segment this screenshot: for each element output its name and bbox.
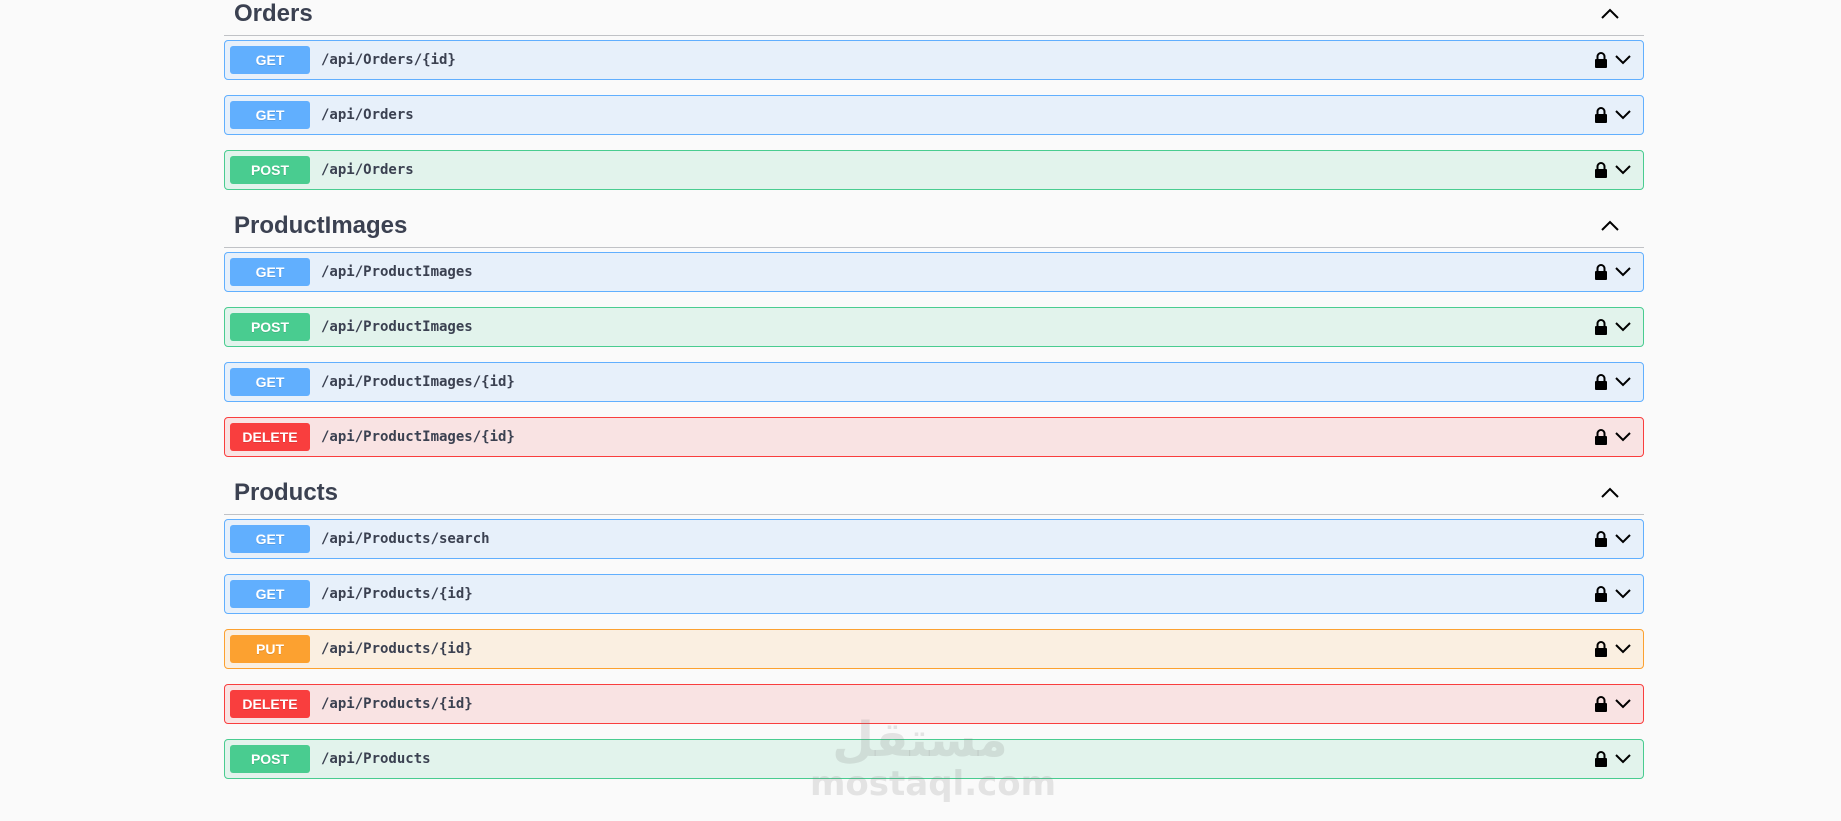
operation-path: /api/ProductImages/{id}: [321, 374, 515, 390]
swagger-page: Orders GET/api/Orders/{id} GET/api/Orders…: [0, 0, 1841, 821]
operation-icons: [1594, 695, 1632, 713]
chevron-down-icon[interactable]: [1614, 588, 1632, 600]
chevron-down-icon[interactable]: [1614, 321, 1632, 333]
chevron-down-icon[interactable]: [1614, 54, 1632, 66]
chevron-down-icon[interactable]: [1614, 643, 1632, 655]
method-badge: POST: [230, 745, 310, 773]
operation-path: /api/Orders/{id}: [321, 52, 456, 68]
method-badge: GET: [230, 46, 310, 74]
tag-title: Orders: [234, 0, 313, 27]
operation-row[interactable]: POST/api/Products: [224, 739, 1644, 779]
operation-icons: [1594, 318, 1632, 336]
tag-section-products: Products GET/api/Products/search GET/api/…: [224, 472, 1644, 779]
operation-path: /api/Products/{id}: [321, 641, 473, 657]
operation-icons: [1594, 585, 1632, 603]
method-badge: GET: [230, 258, 310, 286]
operation-row[interactable]: GET/api/Products/{id}: [224, 574, 1644, 614]
operation-path: /api/Products/search: [321, 531, 490, 547]
chevron-down-icon[interactable]: [1614, 266, 1632, 278]
operation-row[interactable]: GET/api/Products/search: [224, 519, 1644, 559]
operation-row[interactable]: GET/api/Orders/{id}: [224, 40, 1644, 80]
operation-row[interactable]: POST/api/Orders: [224, 150, 1644, 190]
operation-path: /api/Orders: [321, 107, 414, 123]
tag-section-orders: Orders GET/api/Orders/{id} GET/api/Orders…: [224, 0, 1644, 190]
chevron-down-icon[interactable]: [1614, 164, 1632, 176]
chevron-down-icon[interactable]: [1614, 431, 1632, 443]
operation-row[interactable]: PUT/api/Products/{id}: [224, 629, 1644, 669]
operation-row[interactable]: GET/api/ProductImages: [224, 252, 1644, 292]
lock-icon[interactable]: [1594, 318, 1608, 336]
chevron-down-icon[interactable]: [1614, 376, 1632, 388]
operation-row[interactable]: POST/api/ProductImages: [224, 307, 1644, 347]
lock-icon[interactable]: [1594, 428, 1608, 446]
chevron-down-icon[interactable]: [1614, 753, 1632, 765]
lock-icon[interactable]: [1594, 51, 1608, 69]
operation-path: /api/Products/{id}: [321, 696, 473, 712]
chevron-up-icon[interactable]: [1598, 2, 1622, 26]
lock-icon[interactable]: [1594, 161, 1608, 179]
operation-icons: [1594, 263, 1632, 281]
lock-icon[interactable]: [1594, 695, 1608, 713]
operation-icons: [1594, 106, 1632, 124]
lock-icon[interactable]: [1594, 750, 1608, 768]
operation-icons: [1594, 750, 1632, 768]
lock-icon[interactable]: [1594, 106, 1608, 124]
operation-path: /api/ProductImages: [321, 264, 473, 280]
operation-path: /api/ProductImages: [321, 319, 473, 335]
operation-path: /api/Products/{id}: [321, 586, 473, 602]
operation-path: /api/Orders: [321, 162, 414, 178]
lock-icon[interactable]: [1594, 640, 1608, 658]
tag-title: Products: [234, 479, 339, 506]
lock-icon[interactable]: [1594, 373, 1608, 391]
lock-icon[interactable]: [1594, 585, 1608, 603]
method-badge: POST: [230, 313, 310, 341]
lock-icon[interactable]: [1594, 530, 1608, 548]
operation-icons: [1594, 161, 1632, 179]
method-badge: POST: [230, 156, 310, 184]
method-badge: GET: [230, 101, 310, 129]
tag-header[interactable]: ProductImages: [224, 205, 1644, 248]
operation-row[interactable]: DELETE/api/ProductImages/{id}: [224, 417, 1644, 457]
method-badge: GET: [230, 580, 310, 608]
operations-container: Orders GET/api/Orders/{id} GET/api/Orders…: [224, 0, 1644, 794]
operation-row[interactable]: DELETE/api/Products/{id}: [224, 684, 1644, 724]
method-badge: DELETE: [230, 690, 310, 718]
tag-title: ProductImages: [234, 212, 408, 239]
operation-row[interactable]: GET/api/Orders: [224, 95, 1644, 135]
operation-icons: [1594, 428, 1632, 446]
tag-header[interactable]: Products: [224, 472, 1644, 515]
operation-icons: [1594, 373, 1632, 391]
method-badge: PUT: [230, 635, 310, 663]
chevron-up-icon[interactable]: [1598, 214, 1622, 238]
chevron-down-icon[interactable]: [1614, 109, 1632, 121]
chevron-down-icon[interactable]: [1614, 533, 1632, 545]
tag-section-productimages: ProductImages GET/api/ProductImages POST /…: [224, 205, 1644, 457]
method-badge: GET: [230, 368, 310, 396]
tag-header[interactable]: Orders: [224, 0, 1644, 36]
chevron-down-icon[interactable]: [1614, 698, 1632, 710]
operation-path: /api/Products: [321, 751, 431, 767]
method-badge: GET: [230, 525, 310, 553]
operation-icons: [1594, 640, 1632, 658]
method-badge: DELETE: [230, 423, 310, 451]
operation-icons: [1594, 530, 1632, 548]
operation-path: /api/ProductImages/{id}: [321, 429, 515, 445]
operation-row[interactable]: GET/api/ProductImages/{id}: [224, 362, 1644, 402]
operation-icons: [1594, 51, 1632, 69]
lock-icon[interactable]: [1594, 263, 1608, 281]
chevron-up-icon[interactable]: [1598, 481, 1622, 505]
